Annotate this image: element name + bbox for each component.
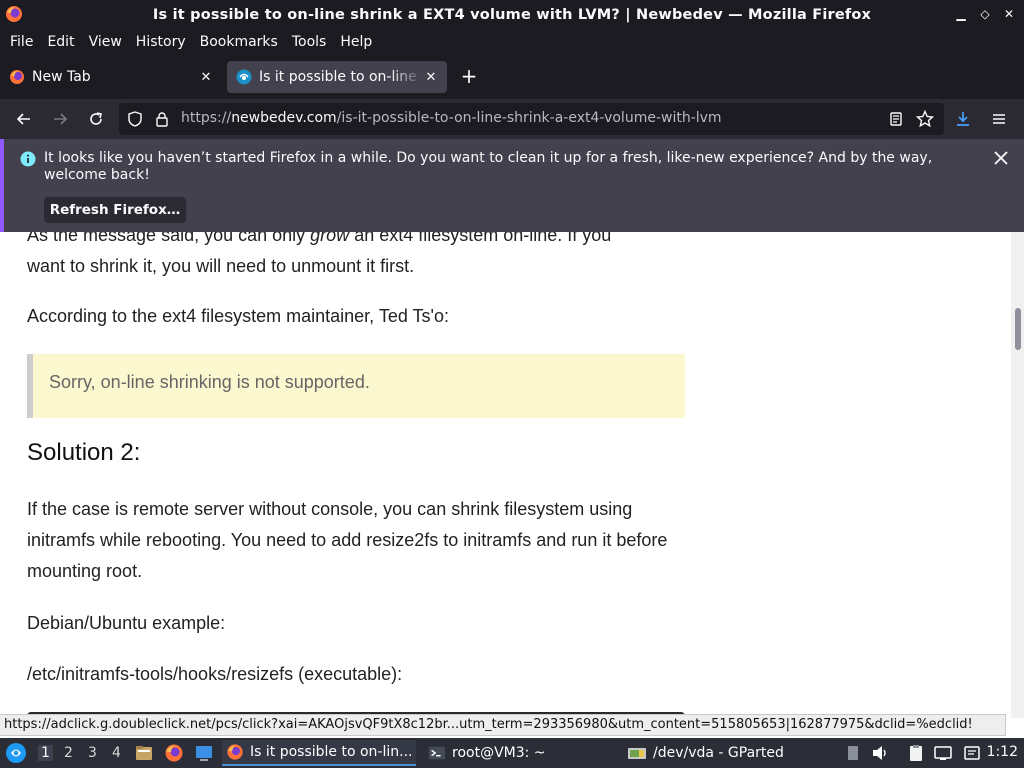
workspace-1[interactable]: 1 — [38, 745, 53, 761]
file-manager-icon[interactable] — [134, 743, 154, 763]
window-titlebar: Is it possible to on-line shrink a EXT4 … — [0, 0, 1024, 29]
menu-bar: File Edit View History Bookmarks Tools H… — [0, 29, 1024, 55]
solution-heading: Solution 2: — [27, 439, 141, 466]
desktop-icon[interactable] — [194, 743, 214, 763]
workspace-3[interactable]: 3 — [88, 745, 97, 761]
start-menu-icon[interactable] — [5, 742, 27, 764]
firefox-icon — [10, 70, 24, 84]
page-scrollbar-track[interactable] — [1011, 232, 1024, 718]
clock[interactable]: 1:12 — [987, 744, 1018, 760]
navigation-bar: https://newbedev.com/is-it-possible-to-o… — [0, 99, 1024, 139]
tab-bar: New Tab ✕ Is it possible to on-line shri… — [0, 55, 1024, 99]
refresh-firefox-button[interactable]: Refresh Firefox… — [44, 197, 186, 223]
notifications-icon[interactable] — [962, 743, 982, 763]
task-label: root@VM3: ~ — [452, 745, 546, 761]
tab-label: Is it possible to on-line shrink a EXT4 … — [259, 69, 423, 85]
terminal-icon — [428, 746, 446, 760]
lock-icon[interactable] — [154, 111, 170, 127]
menu-view[interactable]: View — [82, 34, 129, 50]
task-label: /dev/vda - GParted — [653, 745, 784, 761]
volume-icon[interactable] — [870, 743, 890, 763]
task-gparted[interactable]: /dev/vda - GParted — [625, 740, 825, 766]
link-status-overlay: https://adclick.g.doubleclick.net/pcs/cl… — [0, 714, 1006, 736]
minimize-button[interactable]: ▁ — [954, 6, 968, 22]
info-icon — [20, 151, 36, 167]
download-icon — [957, 112, 969, 126]
firefox-icon[interactable] — [164, 743, 184, 763]
taskbar: 1 2 3 4 Is it possible to on-lin... root… — [0, 738, 1024, 768]
network-icon[interactable] — [933, 743, 953, 763]
clipboard-icon[interactable] — [906, 743, 926, 763]
tray-item-icon[interactable] — [843, 743, 863, 763]
article-paragraph-5: /etc/initramfs-tools/hooks/resizefs (exe… — [27, 664, 403, 684]
article-paragraph-4: Debian/Ubuntu example: — [27, 613, 226, 633]
tab-label: New Tab — [32, 69, 91, 85]
shield-icon[interactable] — [127, 111, 143, 127]
bookmark-star-icon[interactable] — [916, 110, 934, 128]
menu-file[interactable]: File — [3, 34, 40, 50]
menu-history[interactable]: History — [129, 34, 193, 50]
refresh-notification-bar: It looks like you haven’t started Firefo… — [0, 139, 1024, 232]
app-menu-button[interactable] — [988, 108, 1010, 130]
reader-view-icon[interactable] — [888, 111, 904, 127]
forward-arrow-icon — [54, 113, 68, 125]
close-tab-icon[interactable]: ✕ — [198, 70, 214, 85]
close-window-button[interactable]: ✕ — [1002, 6, 1016, 22]
tab-article[interactable]: Is it possible to on-line shrink a EXT4 … — [227, 61, 447, 93]
site-favicon-icon — [236, 69, 252, 85]
task-label: Is it possible to on-lin... — [250, 744, 413, 760]
new-tab-button[interactable]: + — [458, 66, 480, 88]
workspace-2[interactable]: 2 — [64, 745, 73, 761]
page-content: As the message said, you can only grow a… — [0, 232, 1011, 718]
window-title: Is it possible to on-line shrink a EXT4 … — [152, 6, 872, 23]
gparted-icon — [628, 748, 646, 759]
article-paragraph-1: As the message said, you can only grow a… — [27, 232, 612, 276]
menu-help[interactable]: Help — [333, 34, 379, 50]
close-notification-icon[interactable] — [992, 149, 1010, 167]
url-bar[interactable]: https://newbedev.com/is-it-possible-to-o… — [119, 103, 944, 135]
article-paragraph-2: According to the ext4 filesystem maintai… — [27, 306, 449, 326]
workspace-4[interactable]: 4 — [112, 745, 121, 761]
menu-bookmarks[interactable]: Bookmarks — [193, 34, 285, 50]
back-button[interactable] — [13, 108, 35, 130]
article-paragraph-3: If the case is remote server without con… — [27, 499, 668, 581]
menu-tools[interactable]: Tools — [285, 34, 334, 50]
reload-icon — [90, 112, 102, 125]
page-scrollbar-thumb[interactable] — [1015, 308, 1021, 350]
firefox-icon — [6, 6, 22, 22]
firefox-icon — [227, 744, 243, 760]
quote-text: Sorry, on-line shrinking is not supporte… — [49, 372, 370, 392]
back-arrow-icon — [16, 113, 30, 125]
reload-button[interactable] — [85, 108, 107, 130]
maximize-button[interactable]: ◇ — [978, 6, 992, 22]
tab-new-tab[interactable]: New Tab ✕ — [0, 61, 222, 93]
task-firefox[interactable]: Is it possible to on-lin... — [222, 740, 416, 766]
close-tab-icon[interactable]: ✕ — [423, 70, 439, 85]
hamburger-menu-icon — [993, 114, 1005, 124]
task-terminal[interactable]: root@VM3: ~ — [424, 740, 614, 766]
forward-button[interactable] — [49, 108, 71, 130]
downloads-button[interactable] — [952, 108, 974, 130]
blockquote: Sorry, on-line shrinking is not supporte… — [27, 354, 685, 418]
notification-message: It looks like you haven’t started Firefo… — [44, 150, 933, 183]
url-text[interactable]: https://newbedev.com/is-it-possible-to-o… — [181, 110, 722, 126]
menu-edit[interactable]: Edit — [40, 34, 81, 50]
